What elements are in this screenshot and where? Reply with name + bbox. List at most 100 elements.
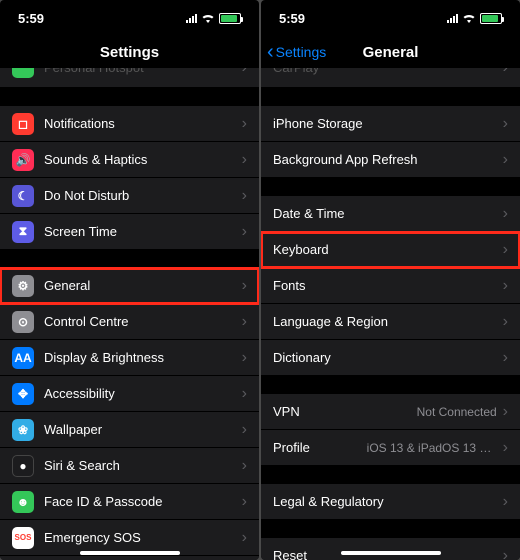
chevron-right-icon: › [503,404,508,420]
row-do-not-disturb[interactable]: ☾ Do Not Disturb› [0,178,259,214]
chevron-right-icon: › [503,242,508,258]
chevron-right-icon: › [503,68,508,76]
row-date-time[interactable]: Date & Time› [261,196,520,232]
row-accessibility[interactable]: ✥ Accessibility› [0,376,259,412]
row-notifications[interactable]: ◻ Notifications› [0,106,259,142]
row-screen-time[interactable]: ⧗Screen Time› [0,214,259,250]
battery-icon [219,13,241,24]
chevron-right-icon: › [242,116,247,132]
row-label: Keyboard [273,242,503,257]
row-label: Siri & Search [44,458,242,473]
row-label: Background App Refresh [273,152,503,167]
signal-icon [447,14,458,23]
chevron-right-icon: › [503,278,508,294]
home-indicator[interactable] [80,551,180,555]
row-reset[interactable]: Reset› [261,538,520,560]
row-background-app-refresh[interactable]: Background App Refresh› [261,142,520,178]
row-wallpaper[interactable]: ❀ Wallpaper› [0,412,259,448]
row-general[interactable]: ⚙ General› [0,268,259,304]
settings-group: ◻Notifications›🔊Sounds & Haptics›☾Do Not… [0,106,259,250]
row-sounds-haptics[interactable]: 🔊Sounds & Haptics› [0,142,259,178]
do-not-disturb-icon: ☾ [12,185,34,207]
chevron-right-icon: › [242,188,247,204]
chevron-right-icon: › [242,314,247,330]
row-label: Control Centre [44,314,242,329]
row-face-id[interactable]: ☻Face ID & Passcode› [0,484,259,520]
row-label: Screen Time [44,224,242,239]
row-label: Do Not Disturb [44,188,242,203]
row-label: Dictionary [273,350,503,365]
row-label: Profile [273,440,367,455]
chevron-right-icon: › [503,350,508,366]
chevron-right-icon: › [242,494,247,510]
row-iphone-storage[interactable]: iPhone Storage› [261,106,520,142]
notifications-icon: ◻ [12,113,34,135]
row-profile[interactable]: ProfileiOS 13 & iPadOS 13 Beta Software … [261,430,520,466]
row-siri-search[interactable]: ● Siri & Search› [0,448,259,484]
row-label: Sounds & Haptics [44,152,242,167]
settings-list[interactable]: Personal Hotspot›◻Notifications›🔊Sounds … [0,68,259,560]
row-keyboard[interactable]: Keyboard› [261,232,520,268]
page-title: Settings [100,44,159,61]
wallpaper-icon: ❀ [12,419,34,441]
status-bar: 5:59 [261,0,520,36]
control-centre-icon: ⊙ [12,311,34,333]
siri-search-icon: ● [12,455,34,477]
settings-group: Reset›Shut Down [261,538,520,560]
row-value: iOS 13 & iPadOS 13 Beta Software Pr... [367,441,497,455]
accessibility-icon: ✥ [12,383,34,405]
back-button[interactable]: ‹ Settings [267,42,326,62]
status-indicators [447,13,502,24]
nav-bar: ‹ Settings General [261,36,520,68]
row-battery[interactable]: ▮Battery› [0,556,259,560]
chevron-right-icon: › [503,314,508,330]
row-label: Emergency SOS [44,530,242,545]
phone-right-general: 5:59 ‹ Settings General CarPlay›iPhone S… [261,0,520,560]
row-value: Not Connected [417,405,497,419]
sounds-haptics-icon: 🔊 [12,149,34,171]
chevron-right-icon: › [503,116,508,132]
row-label: Wallpaper [44,422,242,437]
status-indicators [186,13,241,24]
chevron-right-icon: › [242,422,247,438]
row-legal-regulatory[interactable]: Legal & Regulatory› [261,484,520,520]
row-partial[interactable]: Personal Hotspot› [0,68,259,88]
wifi-icon [462,13,476,23]
settings-group: Date & Time›Keyboard›Fonts›Language & Re… [261,196,520,376]
row-label: General [44,278,242,293]
chevron-right-icon: › [242,530,247,546]
wifi-icon [201,13,215,23]
row-display-brightness[interactable]: AADisplay & Brightness› [0,340,259,376]
chevron-right-icon: › [503,206,508,222]
chevron-right-icon: › [242,68,247,76]
battery-icon [480,13,502,24]
row-fonts[interactable]: Fonts› [261,268,520,304]
row-partial[interactable]: CarPlay› [261,68,520,88]
row-label: Face ID & Passcode [44,494,242,509]
signal-icon [186,14,197,23]
general-icon: ⚙ [12,275,34,297]
chevron-right-icon: › [242,458,247,474]
nav-bar: Settings [0,36,259,68]
chevron-right-icon: › [503,548,508,560]
row-label: Accessibility [44,386,242,401]
row-label: Date & Time [273,206,503,221]
settings-group: VPNNot Connected›ProfileiOS 13 & iPadOS … [261,394,520,466]
row-dictionary[interactable]: Dictionary› [261,340,520,376]
row-label: CarPlay [273,68,503,75]
row-language-region[interactable]: Language & Region› [261,304,520,340]
chevron-right-icon: › [242,278,247,294]
home-indicator[interactable] [341,551,441,555]
screen-time-icon: ⧗ [12,221,34,243]
row-control-centre[interactable]: ⊙ Control Centre› [0,304,259,340]
chevron-right-icon: › [503,494,508,510]
back-label: Settings [276,44,327,60]
status-time: 5:59 [279,11,305,26]
row-label: Notifications [44,116,242,131]
chevron-right-icon: › [242,350,247,366]
row-vpn[interactable]: VPNNot Connected› [261,394,520,430]
page-title: General [363,44,419,61]
general-list[interactable]: CarPlay›iPhone Storage›Background App Re… [261,68,520,560]
chevron-right-icon: › [242,386,247,402]
status-time: 5:59 [18,11,44,26]
